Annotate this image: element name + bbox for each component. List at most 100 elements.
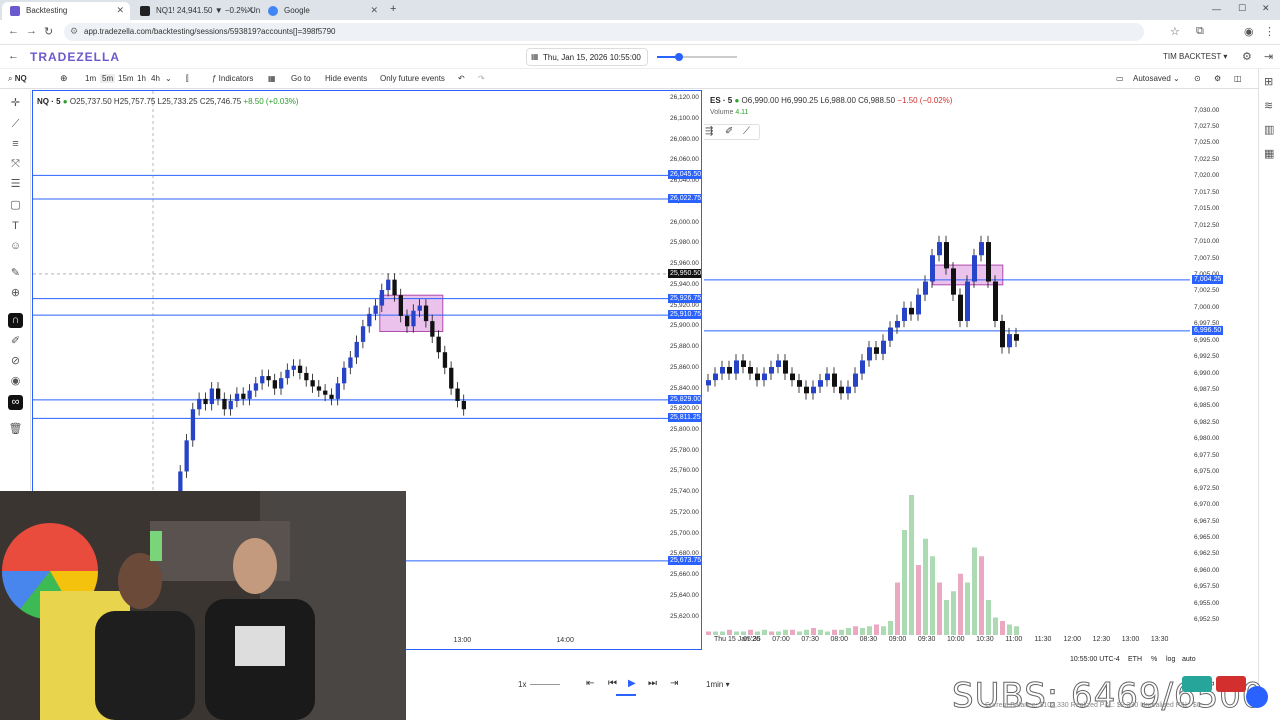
- distribute-icon[interactable]: ⇶: [705, 126, 713, 137]
- lock-icon[interactable]: ⊘: [8, 354, 23, 369]
- auto-toggle[interactable]: auto: [1182, 656, 1196, 663]
- horizontal-lines-icon[interactable]: ≡: [8, 137, 23, 152]
- text-icon[interactable]: T: [8, 219, 23, 234]
- forward-icon[interactable]: →: [26, 25, 37, 37]
- emoji-icon[interactable]: ☺: [8, 239, 23, 254]
- new-tab-button[interactable]: +: [390, 3, 396, 15]
- timeframe-1m[interactable]: 1m: [85, 74, 96, 83]
- indicators-icon: ƒ: [212, 74, 219, 83]
- volume-bar: [930, 556, 935, 635]
- chart-type-icon[interactable]: ⫿: [186, 74, 189, 84]
- minimize-icon[interactable]: —: [1212, 4, 1221, 14]
- settings-gear-icon[interactable]: ⚙: [1242, 50, 1252, 63]
- tab-google[interactable]: Google ✕: [260, 2, 384, 20]
- menu-dots-icon[interactable]: ⋮: [1264, 25, 1275, 38]
- timezone-label[interactable]: 10:55:00 UTC-4: [1070, 656, 1120, 663]
- es-chart-canvas[interactable]: [704, 90, 1252, 650]
- volume-bar: [727, 629, 732, 635]
- back-icon[interactable]: ←: [8, 25, 19, 37]
- playback-speed-slider[interactable]: [657, 53, 737, 61]
- replay-speed-slider[interactable]: [530, 684, 560, 685]
- chart-settings-icon[interactable]: ⚙: [1214, 74, 1221, 83]
- site-info-icon[interactable]: ⚙: [70, 26, 78, 37]
- magnet-icon[interactable]: ∩: [8, 313, 23, 328]
- replay-speed-label[interactable]: 1x: [518, 680, 526, 689]
- indicators-button[interactable]: ƒ Indicators: [212, 74, 253, 83]
- price-tag: 25,673.75: [668, 555, 702, 565]
- screenshot-icon[interactable]: ◫: [1234, 74, 1242, 83]
- trendline-icon[interactable]: ⟋: [8, 117, 23, 132]
- autosave-status[interactable]: Autosaved ⌄: [1133, 74, 1180, 83]
- layout-icon[interactable]: ▦: [268, 74, 276, 83]
- goto-button[interactable]: Go to: [291, 74, 311, 83]
- quick-search-icon[interactable]: ⊙: [1194, 74, 1201, 83]
- close-tab-icon[interactable]: ✕: [370, 5, 378, 16]
- panel-toggle-icon[interactable]: ▭: [1116, 74, 1124, 83]
- percent-toggle[interactable]: %: [1151, 656, 1157, 663]
- timeframe-15m[interactable]: 15m: [118, 74, 134, 83]
- trash-icon[interactable]: 🗑: [8, 422, 23, 437]
- add-symbol-icon[interactable]: ⊕: [60, 73, 68, 84]
- timeframe-1h[interactable]: 1h: [137, 74, 146, 83]
- close-tab-icon[interactable]: ✕: [246, 5, 254, 16]
- candle-body: [720, 367, 725, 374]
- timeframe-5m[interactable]: 5m: [100, 74, 116, 83]
- previous-bar-icon[interactable]: ⏮: [608, 678, 617, 689]
- buy-button[interactable]: [1182, 676, 1212, 692]
- brush-icon[interactable]: ✐: [725, 126, 733, 137]
- crosshair-icon[interactable]: ✛: [8, 96, 23, 111]
- exit-icon[interactable]: ⇥: [1264, 50, 1273, 63]
- lock-draw-icon[interactable]: ✐: [8, 334, 23, 349]
- interval-select[interactable]: 1min ▾: [706, 680, 730, 689]
- rectangle-icon[interactable]: ▢: [8, 198, 23, 213]
- ruler-icon[interactable]: ✎: [8, 266, 23, 281]
- maximize-icon[interactable]: ☐: [1238, 3, 1246, 14]
- profile-icon[interactable]: ◉: [1244, 25, 1254, 38]
- tab-backtesting[interactable]: Backtesting ✕: [2, 2, 130, 20]
- step-back-icon[interactable]: ⇤: [586, 678, 594, 689]
- timeframe-4h[interactable]: 4h: [151, 74, 160, 83]
- close-window-icon[interactable]: ✕: [1262, 3, 1270, 14]
- extensions-icon[interactable]: ⧉: [1196, 25, 1204, 38]
- sell-button[interactable]: [1216, 676, 1246, 692]
- redo-icon[interactable]: ↷: [478, 74, 485, 83]
- chat-bubble-icon[interactable]: [1246, 686, 1268, 708]
- timeframe-dropdown-icon[interactable]: ⌄: [165, 74, 172, 83]
- session-date-picker[interactable]: ▦ Thu, Jan 15, 2026 10:55:00: [526, 48, 648, 66]
- log-toggle[interactable]: log: [1166, 656, 1175, 663]
- candle-body: [216, 388, 221, 399]
- layers-icon[interactable]: ≋: [1264, 99, 1273, 112]
- url-input[interactable]: ⚙ app.tradezella.com/backtesting/session…: [64, 23, 1144, 41]
- es-chart-panel[interactable]: ES · 5 ● O6,990.00 H6,990.25 L6,988.00 C…: [704, 90, 1252, 650]
- volume-bar: [937, 582, 942, 635]
- account-selector[interactable]: TIM BACKTEST ▾: [1163, 52, 1227, 61]
- candle-body: [291, 365, 296, 370]
- zoom-icon[interactable]: ⊕: [8, 286, 23, 301]
- fib-icon[interactable]: ☰: [8, 177, 23, 192]
- next-bar-icon[interactable]: ⏭: [648, 678, 657, 689]
- app-back-icon[interactable]: ←: [8, 50, 19, 62]
- close-tab-icon[interactable]: ✕: [116, 5, 124, 16]
- eye-icon[interactable]: ◉: [8, 374, 23, 389]
- reload-icon[interactable]: ↻: [44, 25, 53, 38]
- calendar-icon[interactable]: ▦: [1264, 147, 1274, 160]
- watchlist-icon[interactable]: ⊞: [1264, 75, 1273, 88]
- bookmark-star-icon[interactable]: ☆: [1170, 25, 1180, 38]
- hide-events-button[interactable]: Hide events: [325, 74, 367, 83]
- candle-body: [222, 398, 227, 410]
- tab-nq[interactable]: NQ1! 24,941.50 ▼ −0.2% Unna ✕: [132, 2, 260, 20]
- play-icon[interactable]: ▶: [628, 678, 636, 689]
- candle-body: [748, 367, 753, 374]
- draw-line-icon[interactable]: ⟋: [743, 126, 750, 137]
- speed-knob[interactable]: [675, 53, 684, 61]
- session-label[interactable]: ETH: [1128, 656, 1142, 663]
- link-icon[interactable]: ∞: [8, 395, 23, 410]
- symbol-search[interactable]: ⌕ NQ: [8, 74, 27, 84]
- chart-icon[interactable]: ▥: [1264, 123, 1274, 136]
- candle-body: [762, 373, 767, 381]
- future-events-button[interactable]: Only future events: [380, 74, 445, 83]
- node-icon[interactable]: ⤧: [8, 157, 23, 172]
- undo-icon[interactable]: ↶: [458, 74, 465, 83]
- step-forward-icon[interactable]: ⇥: [670, 678, 678, 689]
- price-axis-label: 6,977.50: [1194, 451, 1220, 459]
